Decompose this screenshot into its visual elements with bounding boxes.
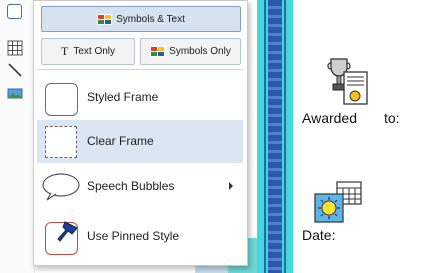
text-only-button[interactable]: T Text Only [41,38,135,65]
symbols-only-icon [150,46,166,57]
menu-item-speech-bubbles[interactable]: Speech Bubbles [37,165,243,208]
menu-item-clear-frame[interactable]: Clear Frame [37,120,243,163]
to-label: to: [384,110,400,126]
symbols-and-text-label: Symbols & Text [116,13,185,25]
speech-bubble-icon [42,173,80,201]
image-tool-icon[interactable] [7,85,23,101]
frame-style-menu: Symbols & Text T Text Only Symbols Only … [33,0,248,266]
left-toolbar [0,0,35,273]
symbols-only-button[interactable]: Symbols Only [140,38,241,65]
speech-bubbles-label: Speech Bubbles [87,179,175,193]
trophy-certificate-icon [327,58,368,105]
border-stripe-edge-right [284,0,286,273]
text-only-label: Text Only [73,46,116,57]
styled-frame-icon [45,83,78,116]
pin-icon [57,221,78,242]
sun-calendar-icon [314,181,362,223]
menu-separator [37,69,243,70]
border-stripe-edge-left [264,0,266,273]
text-only-glyph: T [60,44,69,58]
border-stripe-pattern [268,0,282,273]
menu-item-styled-frame[interactable]: Styled Frame [37,76,243,119]
clear-frame-label: Clear Frame [87,134,154,148]
symbols-and-text-button[interactable]: Symbols & Text [41,6,241,32]
table-tool-icon[interactable] [7,40,23,56]
styled-frame-label: Styled Frame [87,90,159,104]
frame-tool-icon[interactable] [7,4,22,19]
symbols-only-label: Symbols Only [169,46,231,57]
use-pinned-style-label: Use Pinned Style [87,229,180,243]
line-tool-icon[interactable] [7,62,23,78]
awarded-label: Awarded [302,110,358,126]
date-label: Date: [302,227,336,243]
submenu-arrow-icon [229,182,233,190]
symbols-icon [97,13,113,25]
clear-frame-icon [45,126,77,158]
menu-item-use-pinned-style[interactable]: Use Pinned Style [37,215,243,258]
